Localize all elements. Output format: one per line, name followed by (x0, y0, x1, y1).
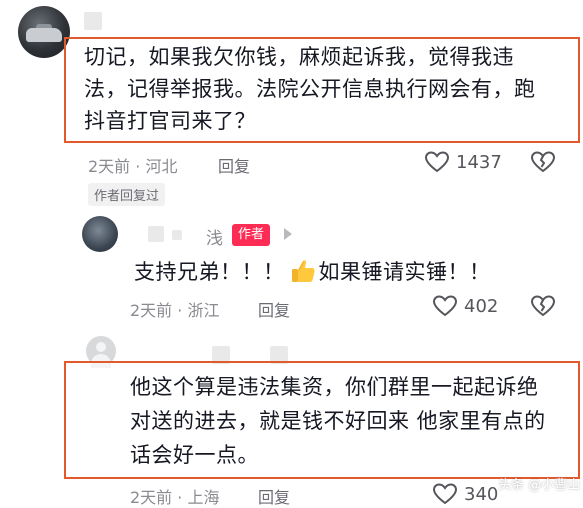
author-name-redacted-2 (172, 230, 182, 240)
commenter-avatar[interactable] (18, 6, 70, 58)
author-avatar[interactable] (82, 216, 118, 252)
like-count: 1437 (456, 151, 502, 173)
play-triangle-icon (284, 228, 292, 240)
author-badge: 作者 (232, 224, 271, 246)
author-name-redacted (148, 226, 164, 242)
reply-text-part-2: 如果锤请实锤！！ (318, 260, 491, 284)
comment-text-line-2: 法，记得举报我。法院公开信息执行网会有，跑 (84, 77, 536, 101)
dislike-button-2[interactable] (530, 294, 556, 322)
dislike-icon (530, 151, 556, 173)
reply-text-part-1: 支持兄弟！！！ (134, 260, 285, 284)
reply-button-2[interactable]: 回复 (258, 297, 290, 321)
comment-time-location: 2天前 · 河北 (88, 157, 178, 176)
author-replied-tag: 作者回复过 (88, 183, 166, 206)
commenter-name-redacted (84, 12, 102, 30)
reply-button-3[interactable]: 回复 (258, 484, 290, 508)
like-button[interactable]: 1437 (424, 150, 502, 174)
author-name-tail: 浅 (206, 229, 223, 249)
comment-text-line-3: 抖音打官司来了？ (84, 109, 256, 133)
heart-icon (432, 295, 458, 317)
thumbs-up-icon (291, 260, 315, 282)
dislike-icon (530, 295, 556, 317)
comment-text-line-1: 切记，如果我欠你钱，麻烦起诉我，觉得我违 (84, 45, 514, 69)
like-button-2[interactable]: 402 (432, 294, 498, 318)
like-count-2: 402 (464, 295, 499, 317)
reply-button[interactable]: 回复 (218, 153, 250, 177)
heart-icon (424, 151, 450, 173)
reply-time-location: 2天前 · 浙江 (130, 301, 220, 320)
comment-2-time-location: 2天前 · 上海 (130, 488, 220, 507)
comment-2-text-line-3: 话会好一点。 (130, 443, 259, 467)
like-count-3: 340 (464, 483, 499, 505)
watermark: 头条 @小曹山 (498, 478, 581, 493)
comment-2-text-line-2: 对送的进去，就是钱不好回来 他家里有点的 (130, 409, 546, 433)
comment-2-text-line-1: 他这个算是违法集资，你们群里一起起诉绝 (130, 375, 539, 399)
reply-text: 支持兄弟！！！ 如果锤请实锤！！ (134, 256, 491, 286)
heart-icon (432, 483, 458, 505)
dislike-button[interactable] (530, 150, 556, 178)
like-button-3[interactable]: 340 (432, 482, 498, 506)
